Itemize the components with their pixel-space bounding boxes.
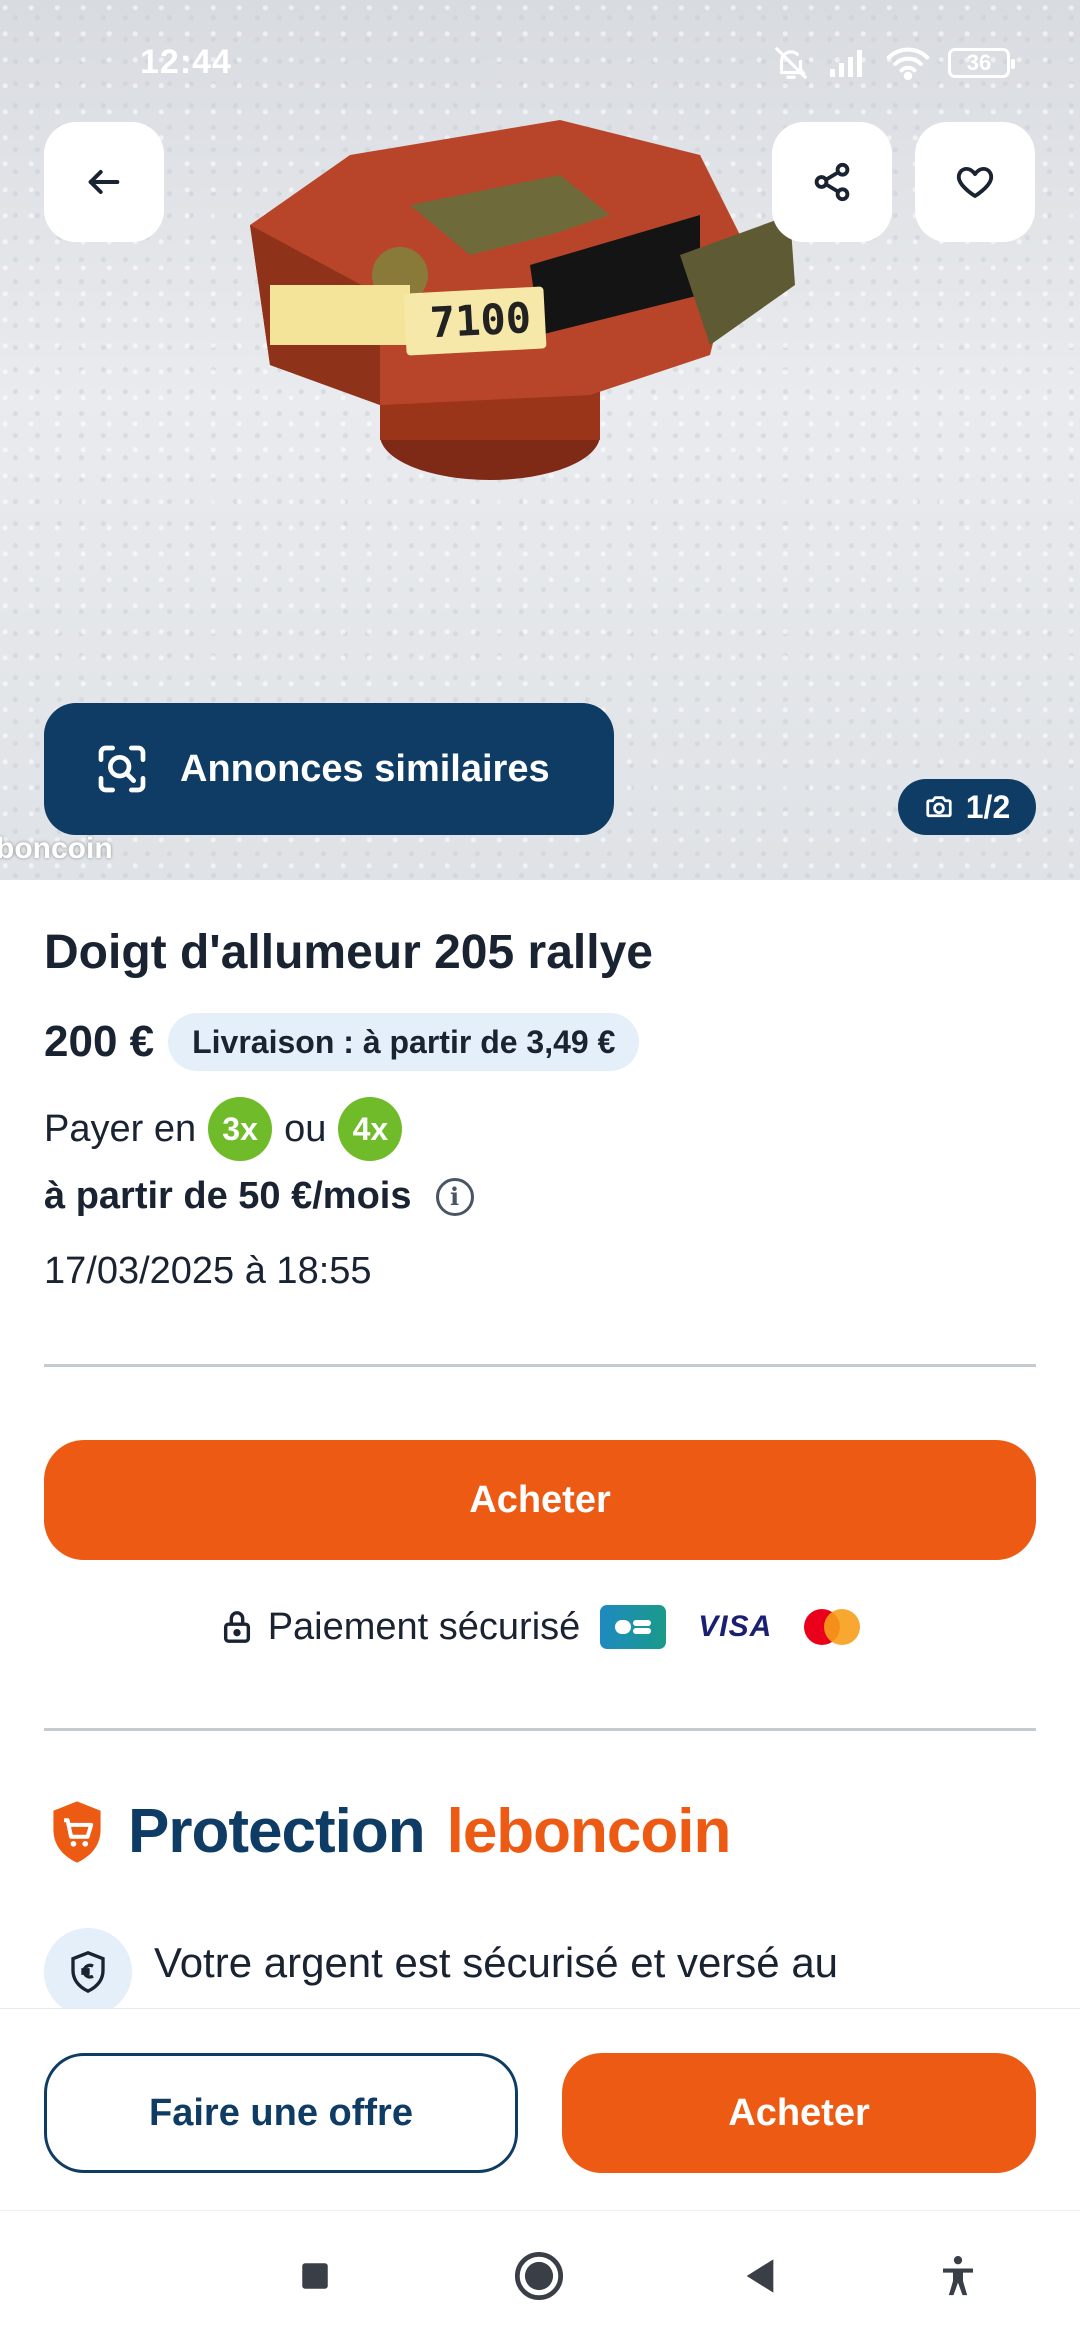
status-time: 12:44 — [140, 43, 232, 81]
recents-icon — [302, 2263, 328, 2289]
back-arrow-icon — [88, 170, 120, 194]
cb-card-icon — [600, 1605, 667, 1649]
heart-icon — [956, 166, 994, 198]
status-icons: 36 — [772, 44, 1015, 82]
photo-counter: 1/2 — [898, 779, 1036, 835]
battery-indicator: 36 — [948, 47, 1015, 78]
lock-icon — [223, 1611, 250, 1643]
secure-payment-row: Paiement sécurisé VISA — [0, 1605, 1080, 1649]
recents-button[interactable] — [265, 2211, 365, 2340]
installment-row[interactable]: Payer en 3x ou 4x — [44, 1097, 403, 1161]
signal-icon — [830, 49, 862, 77]
monthly-payment-row: à partir de 50 €/mois i — [44, 1175, 474, 1218]
delivery-badge: Livraison : à partir de 3,49 € — [168, 1013, 640, 1071]
listing-price: 200 € — [44, 1017, 155, 1066]
status-bar: 12:44 36 — [0, 0, 1080, 125]
protection-heading: Protection leboncoin — [48, 1796, 732, 1867]
nav-back-icon — [746, 2259, 774, 2293]
accessibility-button[interactable] — [908, 2211, 1008, 2340]
installment-or: ou — [284, 1107, 327, 1150]
mastercard-icon — [804, 1609, 861, 1645]
product-photo: 7100 — [250, 120, 795, 480]
protection-title: Protection — [128, 1797, 426, 1866]
watermark: boncoin — [0, 832, 113, 865]
make-offer-button[interactable]: Faire une offre — [44, 2053, 518, 2173]
image-search-icon — [98, 745, 146, 793]
info-icon[interactable]: i — [435, 1177, 474, 1216]
system-navigation-bar — [0, 2210, 1080, 2340]
similar-listings-label: Annonces similaires — [180, 747, 550, 790]
camera-icon — [926, 796, 952, 818]
share-button[interactable] — [772, 122, 892, 242]
monthly-payment-text: à partir de 50 €/mois — [44, 1175, 412, 1217]
similar-listings-button[interactable]: Annonces similaires — [44, 703, 614, 835]
home-icon — [514, 2251, 564, 2301]
item-label-text: 7100 — [429, 293, 533, 347]
favorite-button[interactable] — [915, 122, 1035, 242]
photo-counter-text: 1/2 — [965, 788, 1011, 825]
money-secured-text: Votre argent est sécurisé et versé au — [154, 1939, 839, 1986]
money-secured-item: Votre argent est sécurisé et versé au — [44, 1928, 838, 2016]
divider — [44, 1728, 1036, 1731]
wifi-icon — [886, 47, 930, 80]
divider — [44, 1364, 1036, 1367]
visa-card-icon: VISA — [698, 1610, 773, 1643]
price-row: 200 € Livraison : à partir de 3,49 € — [44, 1013, 640, 1071]
home-button[interactable] — [489, 2211, 589, 2340]
sticky-action-bar: Faire une offre Acheter — [0, 2008, 1080, 2210]
accessibility-icon — [943, 2256, 973, 2296]
installment-3x-badge: 3x — [208, 1097, 273, 1161]
installment-prefix: Payer en — [44, 1107, 197, 1150]
euro-shield-icon — [44, 1928, 132, 2016]
buy-button-sticky[interactable]: Acheter — [562, 2053, 1036, 2173]
system-back-button[interactable] — [710, 2211, 810, 2340]
secure-payment-label: Paiement sécurisé — [267, 1605, 581, 1648]
protection-brand: leboncoin — [446, 1797, 732, 1866]
installment-4x-badge: 4x — [338, 1097, 403, 1161]
share-icon — [814, 162, 850, 202]
buy-button[interactable]: Acheter — [44, 1440, 1036, 1560]
photo-gallery[interactable]: 7100 12:44 36 Annonces similaires 1/2 bo… — [0, 0, 1080, 880]
listing-title: Doigt d'allumeur 205 rallye — [44, 926, 653, 979]
back-button[interactable] — [44, 122, 164, 242]
silent-bell-icon — [775, 46, 807, 79]
shield-cart-icon — [53, 1800, 101, 1863]
listing-date: 17/03/2025 à 18:55 — [44, 1250, 372, 1292]
